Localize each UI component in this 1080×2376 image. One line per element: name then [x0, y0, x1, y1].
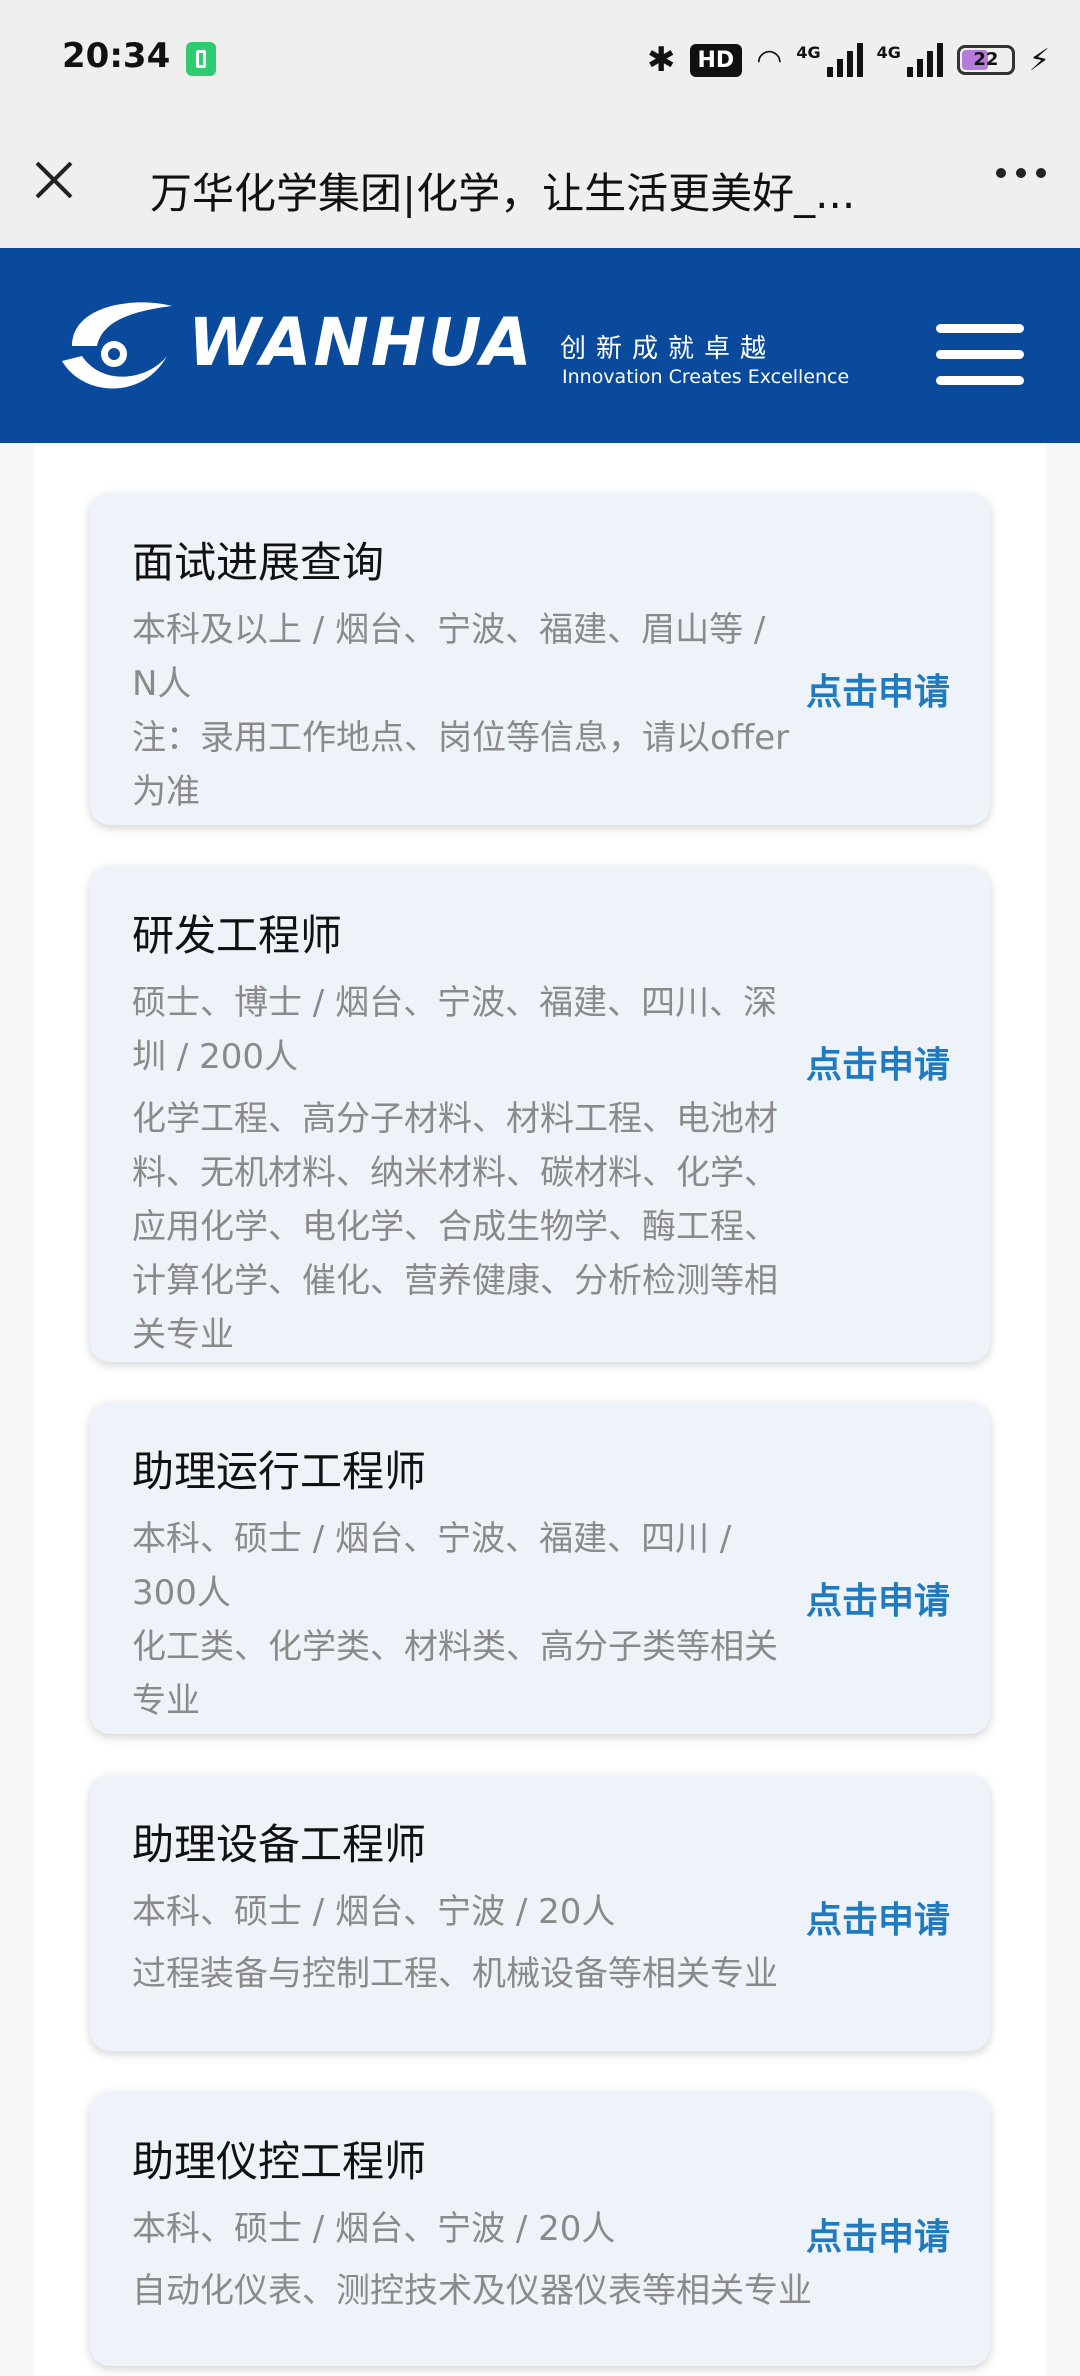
- job-card: 助理仪控工程师 本科、硕士 / 烟台、宁波 / 20人 自动化仪表、测控技术及仪…: [90, 2092, 990, 2366]
- job-title: 助理设备工程师: [132, 1820, 427, 1869]
- job-details: 本科、硕士 / 烟台、宁波 / 20人 自动化仪表、测控技术及仪器仪表等相关专业: [132, 2202, 892, 2318]
- job-title: 助理仪控工程师: [132, 2137, 427, 2186]
- app-battery-icon: [186, 42, 216, 76]
- job-majors: 过程装备与控制工程、机械设备等相关专业: [132, 1954, 778, 1994]
- job-title: 助理运行工程师: [132, 1447, 427, 1496]
- menu-icon[interactable]: [936, 324, 1028, 388]
- job-requirements: 本科、硕士 / 烟台、宁波 / 20人: [132, 2209, 616, 2249]
- job-title: 面试进展查询: [132, 538, 385, 587]
- job-requirements: 本科、硕士 / 烟台、宁波、福建、四川 / 300人: [132, 1519, 732, 1613]
- brand-name: WANHUA: [188, 304, 534, 381]
- apply-button[interactable]: 点击申请: [806, 1572, 950, 1624]
- hd-badge: HD: [689, 43, 743, 77]
- job-majors: 化学工程、高分子材料、材料工程、电池材料、无机材料、纳米材料、碳材料、化学、应用…: [132, 1099, 778, 1355]
- job-details: 硕士、博士 / 烟台、宁波、福建、四川、深圳 / 200人 化学工程、高分子材料…: [132, 976, 792, 1362]
- status-bar: 20:34 ✱ HD ◠ 4G 4G 22 ⚡: [0, 0, 1080, 120]
- job-details: 本科及以上 / 烟台、宁波、福建、眉山等 / N人 注：录用工作地点、岗位等信息…: [132, 603, 792, 819]
- wanhua-logo-icon: [62, 302, 172, 389]
- apply-button[interactable]: 点击申请: [806, 1036, 950, 1088]
- apply-button[interactable]: 点击申请: [806, 663, 950, 715]
- page-title: 万华化学集团|化学，让生活更美好_...: [150, 169, 856, 218]
- job-requirements: 硕士、博士 / 烟台、宁波、福建、四川、深圳 / 200人: [132, 983, 778, 1077]
- job-majors: 化工类、化学类、材料类、高分子类等相关专业: [132, 1627, 778, 1721]
- job-details: 本科、硕士 / 烟台、宁波 / 20人 过程装备与控制工程、机械设备等相关专业: [132, 1885, 892, 2001]
- job-card: 研发工程师 硕士、博士 / 烟台、宁波、福建、四川、深圳 / 200人 化学工程…: [90, 866, 990, 1362]
- more-options-icon[interactable]: [996, 168, 1046, 178]
- signal-icon-1: 4G: [796, 43, 863, 77]
- status-icons: ✱ HD ◠ 4G 4G 22 ⚡: [647, 36, 1050, 84]
- browser-title-bar: 万华化学集团|化学，让生活更美好_...: [0, 120, 1080, 248]
- slogan-en: Innovation Creates Excellence: [562, 366, 850, 388]
- job-card: 助理设备工程师 本科、硕士 / 烟台、宁波 / 20人 过程装备与控制工程、机械…: [90, 1775, 990, 2051]
- battery-level: 22: [973, 49, 999, 70]
- slogan-cn: 创新成就卓越: [560, 334, 777, 364]
- job-requirements: 本科、硕士 / 烟台、宁波 / 20人: [132, 1892, 616, 1932]
- network-type-1: 4G: [796, 43, 821, 62]
- apply-button[interactable]: 点击申请: [806, 2208, 950, 2260]
- job-requirements: 本科及以上 / 烟台、宁波、福建、眉山等 / N人: [132, 610, 766, 704]
- close-icon[interactable]: [28, 154, 80, 206]
- bluetooth-icon: ✱: [647, 40, 676, 80]
- status-time: 20:34: [62, 36, 171, 76]
- job-card: 助理运行工程师 本科、硕士 / 烟台、宁波、福建、四川 / 300人 化工类、化…: [90, 1402, 990, 1734]
- wifi-icon: ◠: [756, 42, 783, 78]
- job-card: 面试进展查询 本科及以上 / 烟台、宁波、福建、眉山等 / N人 注：录用工作地…: [90, 493, 990, 825]
- signal-icon-2: 4G: [877, 43, 943, 77]
- job-details: 本科、硕士 / 烟台、宁波、福建、四川 / 300人 化工类、化学类、材料类、高…: [132, 1512, 792, 1728]
- network-type-2: 4G: [876, 43, 901, 62]
- battery-icon: 22: [956, 45, 1015, 75]
- job-note: 注：录用工作地点、岗位等信息，请以offer为准: [132, 718, 790, 812]
- job-majors: 自动化仪表、测控技术及仪器仪表等相关专业: [132, 2271, 812, 2311]
- job-title: 研发工程师: [132, 911, 343, 960]
- apply-button[interactable]: 点击申请: [806, 1891, 950, 1943]
- site-header: WANHUA 创新成就卓越 Innovation Creates Excelle…: [0, 248, 1080, 443]
- charging-icon: ⚡: [1028, 42, 1050, 78]
